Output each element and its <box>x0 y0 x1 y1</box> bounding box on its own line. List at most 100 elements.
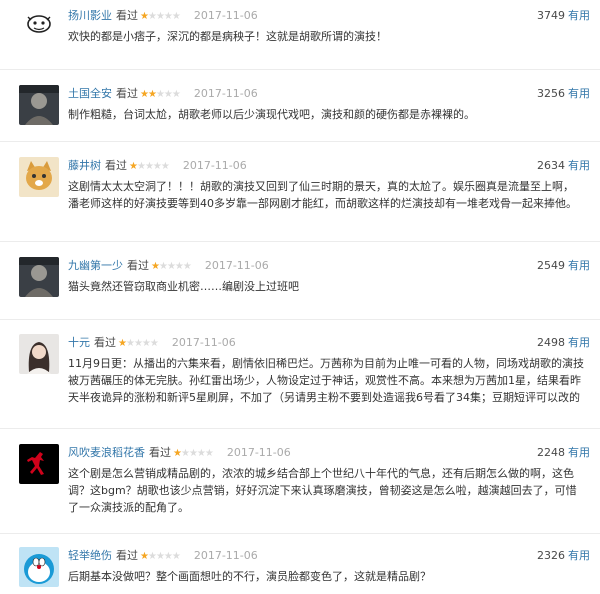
vote-area: 2634 有用 <box>537 159 590 173</box>
vote-area: 2549 有用 <box>537 259 590 273</box>
watched-label: 看过 <box>94 336 116 349</box>
watched-label: 看过 <box>116 549 138 562</box>
review-text: 制作粗糙，台词太尬，胡歌老师以后少演现代戏吧，演技和颜的硬伤都是赤裸裸的。 <box>68 108 475 121</box>
star-empty-icon: ★ <box>171 551 181 562</box>
star-empty-icon: ★ <box>163 11 173 22</box>
vote-count: 3256 <box>537 87 565 100</box>
star-rating: ★★★★★ <box>140 89 181 100</box>
useful-button[interactable]: 有用 <box>568 446 590 459</box>
star-empty-icon: ★ <box>141 338 151 349</box>
star-empty-icon: ★ <box>133 338 143 349</box>
star-empty-icon: ★ <box>125 338 135 349</box>
user-avatar[interactable] <box>19 157 59 197</box>
review-text: 后期基本没做吧？整个画面想吐的不行，演员脸都变色了，这就是精品剧？ <box>68 570 431 583</box>
star-filled-icon: ★ <box>173 448 182 459</box>
username-link[interactable]: 风吹麦浪稻花香 <box>68 446 145 459</box>
vote-area: 2498 有用 <box>537 336 590 350</box>
review-date: 2017-11-06 <box>193 549 258 562</box>
review-text: 这剧情太太太空洞了！！！胡歌的演技又回到了仙三时期的景天，真的太尬了。娱乐圈真是… <box>68 180 577 210</box>
watched-label: 看过 <box>116 87 138 100</box>
review-date: 2017-11-06 <box>182 159 247 172</box>
review-date: 2017-11-06 <box>171 336 236 349</box>
review-text: 猫头竟然还管窃取商业机密……编剧没上过班吧 <box>68 280 299 293</box>
user-avatar[interactable] <box>19 547 59 587</box>
star-empty-icon: ★ <box>166 261 176 272</box>
vote-count: 2549 <box>537 259 565 272</box>
star-rating: ★★★★★ <box>118 338 159 349</box>
review-date: 2017-11-06 <box>193 9 258 22</box>
watched-label: 看过 <box>105 159 127 172</box>
useful-button[interactable]: 有用 <box>568 159 590 172</box>
star-empty-icon: ★ <box>188 448 198 459</box>
vote-count: 2248 <box>537 446 565 459</box>
username-link[interactable]: 藤井树 <box>68 159 101 172</box>
useful-button[interactable]: 有用 <box>568 336 590 349</box>
star-empty-icon: ★ <box>155 89 165 100</box>
review-text: 这个剧是怎么营销成精品剧的，浓浓的城乡结合部上个世纪八十年代的气息，还有后期怎么… <box>68 467 577 514</box>
review-date: 2017-11-06 <box>193 87 258 100</box>
useful-button[interactable]: 有用 <box>568 9 590 22</box>
star-empty-icon: ★ <box>147 11 157 22</box>
star-rating: ★★★★★ <box>140 551 181 562</box>
star-filled-icon: ★ <box>140 11 149 22</box>
star-empty-icon: ★ <box>147 551 157 562</box>
review-header: 扬川影业 看过 ★★★★★ 2017-11-06 <box>68 9 258 24</box>
username-link[interactable]: 九幽第一少 <box>68 259 123 272</box>
review-header: 九幽第一少 看过 ★★★★★ 2017-11-06 <box>68 259 269 274</box>
star-empty-icon: ★ <box>163 89 173 100</box>
review-item: 土国全安 看过 ★★★★★ 2017-11-06 3256 有用制作粗糙，台词太尬，胡歌老… <box>0 78 600 142</box>
review-item: 扬川影业 看过 ★★★★★ 2017-11-06 3749 有用 欢快的都是小痞子，深沉的都… <box>0 0 600 70</box>
star-empty-icon: ★ <box>155 551 165 562</box>
username-link[interactable]: 扬川影业 <box>68 9 112 22</box>
portrait-avatar-icon <box>19 85 59 125</box>
username-link[interactable]: 土国全安 <box>68 87 112 100</box>
star-empty-icon: ★ <box>163 551 173 562</box>
vote-count: 2498 <box>537 336 565 349</box>
star-rating: ★★★★★ <box>151 261 192 272</box>
jordan-logo-avatar-icon <box>19 444 59 484</box>
portrait-avatar-icon <box>19 334 59 374</box>
vote-count: 3749 <box>537 9 565 22</box>
star-empty-icon: ★ <box>180 448 190 459</box>
watched-label: 看过 <box>116 9 138 22</box>
vote-area: 2248 有用 <box>537 446 590 460</box>
star-filled-icon: ★ <box>147 89 157 100</box>
vote-count: 2326 <box>537 549 565 562</box>
star-empty-icon: ★ <box>155 11 165 22</box>
vote-area: 3749 有用 <box>537 9 590 23</box>
watched-label: 看过 <box>127 259 149 272</box>
review-header: 轻举绝伤 看过 ★★★★★ 2017-11-06 <box>68 549 258 564</box>
useful-button[interactable]: 有用 <box>568 259 590 272</box>
user-avatar[interactable] <box>19 85 59 125</box>
star-filled-icon: ★ <box>140 551 149 562</box>
review-date: 2017-11-06 <box>226 446 291 459</box>
useful-button[interactable]: 有用 <box>568 87 590 100</box>
star-rating: ★★★★★ <box>173 448 214 459</box>
vote-area: 3256 有用 <box>537 87 590 101</box>
vote-area: 2326 有用 <box>537 549 590 563</box>
star-empty-icon: ★ <box>174 261 184 272</box>
review-item: 十元 看过 ★★★★★ 2017-11-06 2498 有用 11月9日更：从播出的六集来看… <box>0 327 600 429</box>
cartoon-avatar-icon <box>19 7 59 47</box>
user-avatar[interactable] <box>19 444 59 484</box>
star-empty-icon: ★ <box>158 261 168 272</box>
user-avatar[interactable] <box>19 334 59 374</box>
review-date: 2017-11-06 <box>204 259 269 272</box>
review-item: 藤井树 看过 ★★★★★ 2017-11-06 2634 有用这剧情太太太空洞了！！！胡歌… <box>0 150 600 242</box>
review-header: 风吹麦浪稻花香 看过 ★★★★★ 2017-11-06 <box>68 446 291 461</box>
user-avatar[interactable] <box>19 7 59 47</box>
star-rating: ★★★★★ <box>129 161 170 172</box>
star-empty-icon: ★ <box>171 89 181 100</box>
useful-button[interactable]: 有用 <box>568 549 590 562</box>
cat-avatar-icon <box>19 157 59 197</box>
review-header: 土国全安 看过 ★★★★★ 2017-11-06 <box>68 87 258 102</box>
user-avatar[interactable] <box>19 257 59 297</box>
review-header: 十元 看过 ★★★★★ 2017-11-06 <box>68 336 236 351</box>
star-filled-icon: ★ <box>118 338 127 349</box>
star-empty-icon: ★ <box>152 161 162 172</box>
username-link[interactable]: 十元 <box>68 336 90 349</box>
username-link[interactable]: 轻举绝伤 <box>68 549 112 562</box>
star-rating: ★★★★★ <box>140 11 181 22</box>
star-empty-icon: ★ <box>160 161 170 172</box>
star-empty-icon: ★ <box>144 161 154 172</box>
